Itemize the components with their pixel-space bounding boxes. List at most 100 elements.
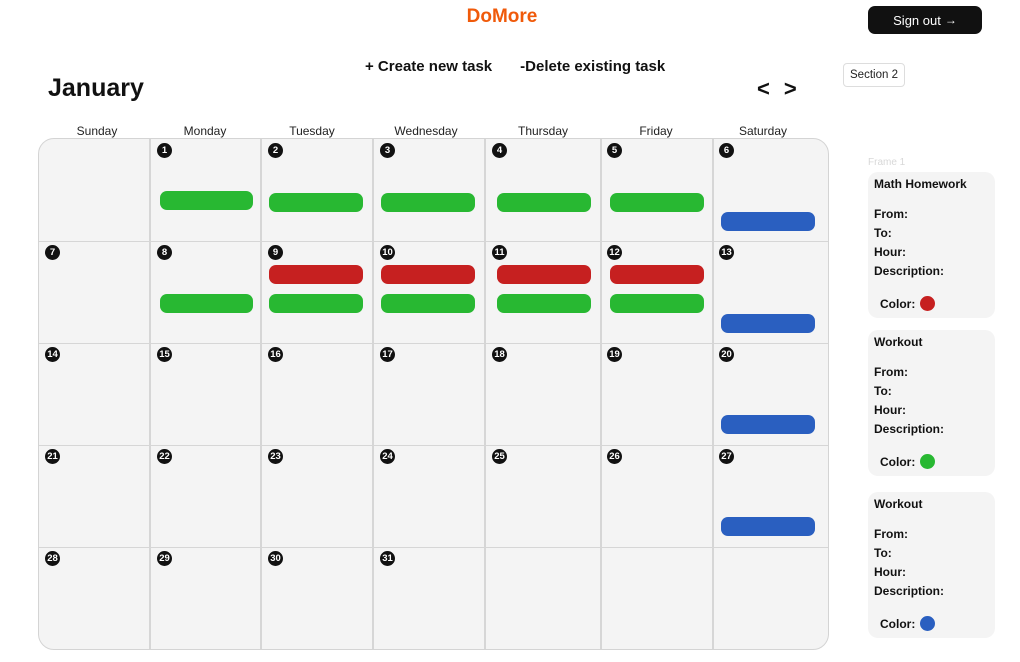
task-color-row: Color: [880,296,989,311]
grid-divider [39,445,828,446]
grid-divider [39,547,828,548]
month-title: January [48,74,144,102]
app-logo: DoMore [466,6,538,27]
task-from-label: From: [874,527,908,541]
day-number[interactable]: 28 [45,551,60,566]
task-bar[interactable] [269,265,363,284]
task-bar[interactable] [610,193,704,212]
grid-divider [39,343,828,344]
day-number[interactable]: 4 [492,143,507,158]
task-bar[interactable] [497,294,591,313]
task-bar[interactable] [610,265,704,284]
task-bar[interactable] [381,265,475,284]
task-color-label: Color: [880,296,916,311]
task-color-label: Color: [880,616,916,631]
weekday-label: Sunday [76,124,118,138]
weekday-label: Thursday [517,124,569,138]
day-number[interactable]: 10 [380,245,395,260]
day-number[interactable]: 15 [157,347,172,362]
create-task-button[interactable]: + Create new task [365,58,492,75]
task-to-label: To: [874,546,892,560]
task-bar[interactable] [721,314,815,333]
grid-divider [39,241,828,242]
day-number[interactable]: 27 [719,449,734,464]
day-number[interactable]: 23 [268,449,283,464]
day-number[interactable]: 24 [380,449,395,464]
calendar-grid: 1 2 3 4 5 6 7 8 9 10 11 12 13 14 15 16 1… [38,138,829,650]
task-bar[interactable] [721,212,815,231]
task-hour-label: Hour: [874,245,906,259]
day-number[interactable]: 20 [719,347,734,362]
day-number[interactable]: 12 [607,245,622,260]
task-to-label: To: [874,226,892,240]
day-number[interactable]: 1 [157,143,172,158]
task-bar[interactable] [610,294,704,313]
task-card-title: Workout [874,497,923,511]
day-number[interactable]: 25 [492,449,507,464]
task-card[interactable]: Math Homework From: To: Hour: Descriptio… [868,172,995,318]
weekday-label: Friday [639,124,673,138]
task-bar[interactable] [497,265,591,284]
task-from-label: From: [874,207,908,221]
day-number[interactable]: 9 [268,245,283,260]
day-number[interactable]: 13 [719,245,734,260]
grid-divider [712,139,714,649]
task-card-title: Workout [874,335,923,349]
weekday-label: Wednesday [394,124,458,138]
day-number[interactable]: 8 [157,245,172,260]
task-card[interactable]: Workout From: To: Hour: Description: Col… [868,492,995,638]
task-description-label: Description: [874,584,945,598]
task-description-label: Description: [874,422,945,436]
arrow-right-icon: → [944,13,957,27]
task-bar[interactable] [721,415,815,434]
day-number[interactable]: 3 [380,143,395,158]
task-color-row: Color: [880,454,989,469]
day-number[interactable]: 19 [607,347,622,362]
task-hour-label: Hour: [874,565,906,579]
prev-month-button[interactable]: < [757,76,770,102]
month-navigation: < > [757,76,797,102]
delete-task-button[interactable]: -Delete existing task [520,58,665,75]
task-from-label: From: [874,365,908,379]
day-number[interactable]: 2 [268,143,283,158]
task-bar[interactable] [269,294,363,313]
task-bar[interactable] [721,517,815,536]
grid-divider [149,139,151,649]
day-number[interactable]: 29 [157,551,172,566]
day-number[interactable]: 30 [268,551,283,566]
day-number[interactable]: 11 [492,245,507,260]
weekday-label: Monday [183,124,227,138]
day-number[interactable]: 14 [45,347,60,362]
task-description-label: Description: [874,264,945,278]
day-number[interactable]: 26 [607,449,622,464]
day-number[interactable]: 7 [45,245,60,260]
day-number[interactable]: 16 [268,347,283,362]
task-to-label: To: [874,384,892,398]
weekday-label: Tuesday [289,124,335,138]
task-hour-label: Hour: [874,403,906,417]
next-month-button[interactable]: > [784,76,797,102]
sign-out-label: Sign out [893,12,941,28]
task-actions: + Create new task -Delete existing task [365,58,665,75]
day-number[interactable]: 18 [492,347,507,362]
sign-out-button[interactable]: Sign out → [868,6,982,34]
day-number[interactable]: 22 [157,449,172,464]
task-bar[interactable] [160,191,253,210]
color-dot-icon [920,454,936,469]
day-number[interactable]: 6 [719,143,734,158]
day-number[interactable]: 17 [380,347,395,362]
task-card[interactable]: Workout From: To: Hour: Description: Col… [868,330,995,476]
task-bar[interactable] [269,193,363,212]
task-bar[interactable] [497,193,591,212]
task-bar[interactable] [381,294,475,313]
day-number[interactable]: 5 [607,143,622,158]
section-tag: Section 2 [843,63,905,87]
day-number[interactable]: 21 [45,449,60,464]
task-bar[interactable] [381,193,475,212]
task-color-row: Color: [880,616,989,631]
task-card-title: Math Homework [874,177,967,191]
task-bar[interactable] [160,294,253,313]
day-number[interactable]: 31 [380,551,395,566]
color-dot-icon [920,296,936,311]
frame-label: Frame 1 [868,157,906,168]
